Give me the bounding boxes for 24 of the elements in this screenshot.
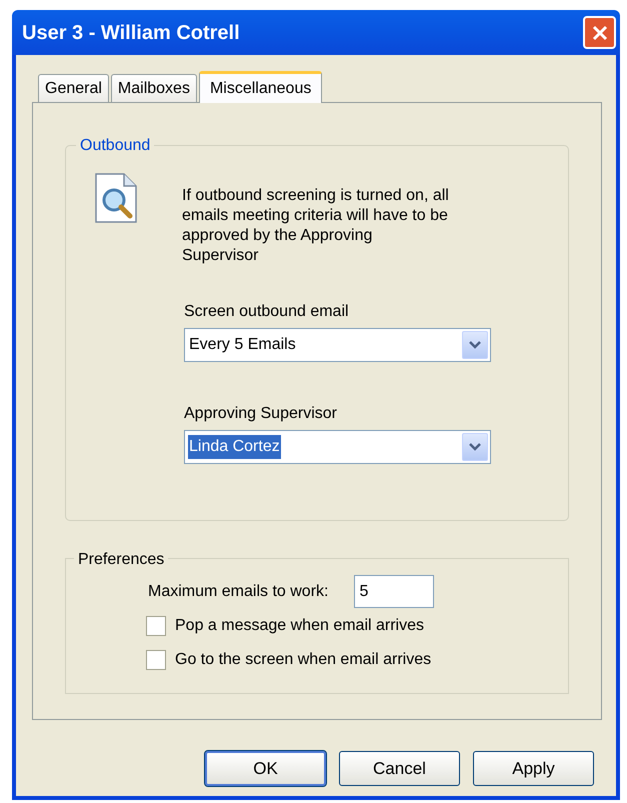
checkbox[interactable] [146, 650, 166, 670]
number-field[interactable]: 5 [354, 575, 434, 608]
dropdown[interactable]: Linda Cortez [184, 430, 491, 464]
description-text: If outbound screening is turned on, all emails meeting criteria will have to be approved by the Approving Supervisor [182, 186, 450, 266]
caret-icon[interactable] [462, 331, 488, 359]
checkbox[interactable] [146, 616, 166, 636]
dialog-button[interactable]: Apply [473, 751, 594, 786]
field-label: Maximum emails to work: [148, 582, 328, 602]
window-title: User 3 - William Cotrell [22, 20, 240, 46]
checkbox-label: Pop a message when email arrives [175, 616, 424, 636]
dialog-button[interactable]: OK [205, 751, 326, 786]
tab[interactable]: Mailboxes [110, 74, 197, 102]
tab[interactable]: Miscellaneous [198, 71, 322, 103]
field-label: Screen outbound email [184, 302, 350, 322]
dropdown[interactable]: Every 5 Emails [184, 328, 491, 362]
close-icon [590, 24, 608, 42]
caret-icon[interactable] [462, 433, 488, 461]
tab[interactable]: General [38, 74, 109, 102]
checkbox-label: Go to the screen when email arrives [175, 650, 432, 670]
dialog-button[interactable]: Cancel [339, 751, 460, 786]
close-button[interactable] [583, 16, 616, 49]
dropdown-value: Linda Cortez [188, 435, 281, 459]
dropdown-value: Every 5 Emails [188, 335, 297, 355]
field-label: Approving Supervisor [184, 404, 338, 424]
